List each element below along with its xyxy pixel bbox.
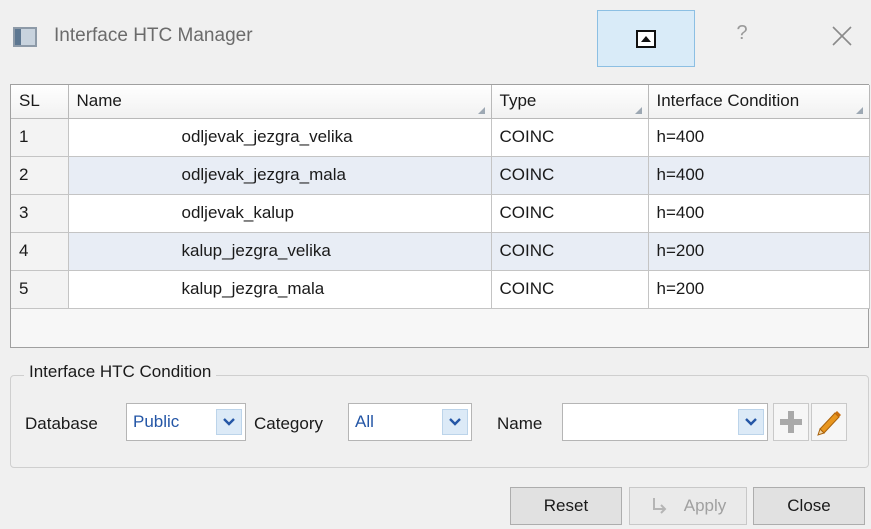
- reset-button[interactable]: Reset: [510, 487, 622, 525]
- table-row[interactable]: 1 odljevak_jezgra_velika COINC h=400: [11, 117, 870, 157]
- app-icon: [13, 27, 37, 47]
- chevron-down-icon: [449, 418, 461, 426]
- table-header-row: SL Name Type Interface Condition: [11, 85, 870, 119]
- interface-name[interactable]: odljevak_jezgra_velika: [67, 117, 492, 157]
- interface-name[interactable]: odljevak_kalup: [67, 193, 492, 233]
- database-select-value: Public: [133, 412, 180, 431]
- category-select[interactable]: All: [348, 403, 472, 441]
- column-header-sl[interactable]: SL: [11, 85, 69, 119]
- close-icon: [832, 26, 852, 46]
- window-title: Interface HTC Manager: [54, 25, 253, 46]
- table-row[interactable]: 2 odljevak_jezgra_mala COINC h=400: [11, 155, 870, 195]
- close-button-label: Close: [787, 496, 831, 515]
- collapse-panel-icon: [636, 29, 656, 48]
- help-icon: ?: [736, 22, 748, 44]
- row-number: 3: [11, 193, 69, 233]
- database-label: Database: [25, 414, 98, 433]
- name-select[interactable]: [562, 403, 768, 441]
- sort-indicator-icon: [634, 106, 642, 114]
- apply-button-label: Apply: [683, 496, 727, 515]
- interface-name[interactable]: odljevak_jezgra_mala: [67, 155, 492, 195]
- category-label: Category: [254, 414, 323, 433]
- interface-condition[interactable]: h=200: [647, 269, 870, 309]
- interface-grid[interactable]: SL Name Type Interface Condition 1 odlje…: [10, 84, 870, 348]
- table-row[interactable]: 3 odljevak_kalup COINC h=400: [11, 193, 870, 233]
- name-dropdown-button[interactable]: [738, 409, 764, 435]
- close-window-button[interactable]: [822, 18, 862, 52]
- interface-condition[interactable]: h=400: [647, 193, 870, 233]
- database-dropdown-button[interactable]: [216, 409, 242, 435]
- apply-arrow-icon: [652, 498, 667, 514]
- interface-type[interactable]: COINC: [490, 117, 649, 157]
- interface-type[interactable]: COINC: [490, 231, 649, 271]
- interface-table: SL Name Type Interface Condition 1 odlje…: [11, 85, 870, 309]
- column-header-interface-condition[interactable]: Interface Condition: [647, 85, 870, 119]
- row-number: 5: [11, 269, 69, 309]
- database-select[interactable]: Public: [126, 403, 246, 441]
- row-number: 2: [11, 155, 69, 195]
- edit-condition-button[interactable]: [811, 403, 847, 441]
- row-number: 4: [11, 231, 69, 271]
- row-number: 1: [11, 117, 69, 157]
- add-condition-button[interactable]: [773, 403, 809, 441]
- chevron-down-icon: [745, 418, 757, 426]
- title-bar: Interface HTC Manager ?: [0, 0, 871, 72]
- interface-name[interactable]: kalup_jezgra_mala: [67, 269, 492, 309]
- help-button[interactable]: ?: [722, 22, 762, 52]
- category-select-value: All: [355, 412, 374, 431]
- name-label: Name: [497, 414, 543, 433]
- add-icon: [780, 411, 802, 433]
- chevron-down-icon: [223, 418, 235, 426]
- close-button[interactable]: Close: [753, 487, 865, 525]
- column-header-type[interactable]: Type: [490, 85, 649, 119]
- column-header-name[interactable]: Name: [67, 85, 492, 119]
- sort-indicator-icon: [855, 106, 863, 114]
- collapse-panel-button[interactable]: [597, 10, 695, 67]
- table-row[interactable]: 4 kalup_jezgra_velika COINC h=200: [11, 231, 870, 271]
- interface-name[interactable]: kalup_jezgra_velika: [67, 231, 492, 271]
- edit-pencil-icon: [817, 411, 841, 436]
- interface-type[interactable]: COINC: [490, 193, 649, 233]
- interface-condition[interactable]: h=400: [647, 117, 870, 157]
- interface-condition[interactable]: h=400: [647, 155, 870, 195]
- apply-button[interactable]: Apply: [629, 487, 747, 525]
- htc-condition-group-title: Interface HTC Condition: [24, 362, 217, 382]
- interface-type[interactable]: COINC: [490, 269, 649, 309]
- reset-button-label: Reset: [543, 496, 589, 515]
- sort-indicator-icon: [477, 106, 485, 114]
- interface-type[interactable]: COINC: [490, 155, 649, 195]
- interface-condition[interactable]: h=200: [647, 231, 870, 271]
- category-dropdown-button[interactable]: [442, 409, 468, 435]
- table-row[interactable]: 5 kalup_jezgra_mala COINC h=200: [11, 269, 870, 309]
